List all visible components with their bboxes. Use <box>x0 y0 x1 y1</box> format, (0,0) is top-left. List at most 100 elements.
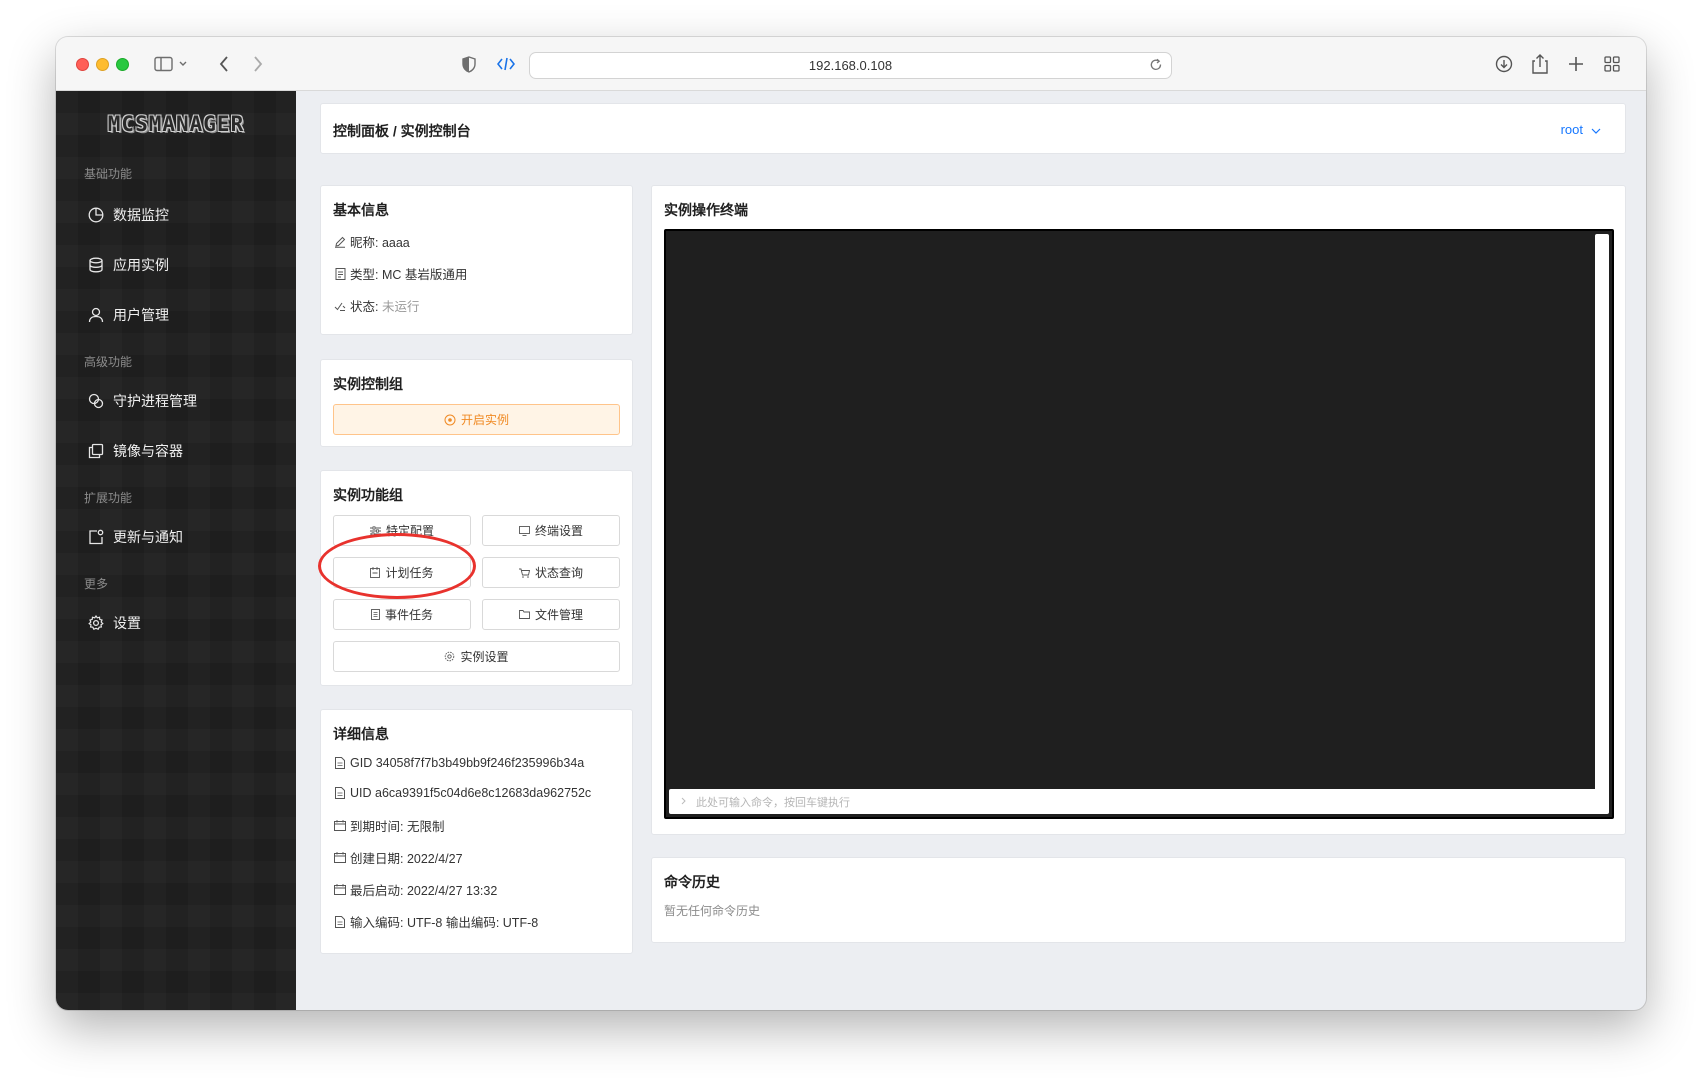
sidebar-item-label: 用户管理 <box>113 307 169 323</box>
close-window-button[interactable] <box>76 58 89 71</box>
minimize-window-button[interactable] <box>96 58 109 71</box>
sidebar-item-app-instances[interactable]: 应用实例 <box>87 253 169 277</box>
last-start-row: 最后启动: 2022/4/27 13:32 <box>333 880 497 899</box>
privacy-shield-icon[interactable] <box>459 51 479 77</box>
sidebar-item-label: 守护进程管理 <box>113 393 197 409</box>
monitor-icon <box>519 525 530 536</box>
details-title: 详细信息 <box>333 726 389 742</box>
chevron-down-icon <box>1591 122 1601 137</box>
control-group-title: 实例控制组 <box>333 376 403 392</box>
pie-chart-icon <box>87 206 105 224</box>
section-title-basic: 基础功能 <box>84 167 133 181</box>
scheduled-tasks-button[interactable]: 计划任务 <box>333 557 471 588</box>
status-query-button[interactable]: 状态查询 <box>482 557 620 588</box>
address-bar[interactable]: 192.168.0.108 <box>529 52 1172 79</box>
file-management-button[interactable]: 文件管理 <box>482 599 620 630</box>
cart-icon <box>518 568 530 578</box>
folder-icon <box>519 610 530 619</box>
code-extension-icon[interactable] <box>496 51 516 77</box>
uid-text: UID a6ca9391f5c04d6e8c12683da962752c <box>350 786 592 800</box>
sidebar-item-settings[interactable]: 设置 <box>87 611 141 635</box>
sidebar-item-label: 数据监控 <box>113 207 169 223</box>
back-icon[interactable] <box>214 51 234 77</box>
instance-settings-button[interactable]: 实例设置 <box>333 641 620 672</box>
gid-text: GID 34058f7f7b3b49bb9f246f235996b34a <box>350 756 585 770</box>
user-menu[interactable]: root <box>1561 122 1601 137</box>
database-icon <box>87 256 105 274</box>
file-icon <box>371 609 380 620</box>
app-logo[interactable]: MCSMANAGER <box>89 111 263 137</box>
last-start-text: 最后启动: 2022/4/27 13:32 <box>350 884 498 898</box>
type-text: 类型: MC 基岩版通用 <box>350 268 468 282</box>
terminal-screen[interactable]: 此处可输入命令，按回车键执行 <box>664 229 1614 819</box>
sidebar-item-updates-notifications[interactable]: 更新与通知 <box>87 525 183 549</box>
button-label: 实例设置 <box>460 650 509 664</box>
sidebar-item-daemon-management[interactable]: 守护进程管理 <box>87 389 197 413</box>
check-chart-icon <box>333 299 347 313</box>
button-label: 终端设置 <box>534 524 583 538</box>
function-group-card: 实例功能组 特定配置 终端设置 计划任务 状态查询 事件任务 文件管理 实例设置 <box>320 470 633 686</box>
edit-icon <box>333 235 347 249</box>
calendar-icon <box>333 819 347 833</box>
forward-icon[interactable] <box>248 51 268 77</box>
reload-icon[interactable] <box>1149 58 1163 75</box>
details-card: 详细信息 GID 34058f7f7b3b49bb9f246f235996b34… <box>320 709 633 954</box>
command-input-placeholder: 此处可输入命令，按回车键执行 <box>696 796 850 809</box>
type-row: 类型: MC 基岩版通用 <box>333 264 467 283</box>
calendar-icon <box>333 851 347 865</box>
sidebar-item-images-containers[interactable]: 镜像与容器 <box>87 439 183 463</box>
gid-row: GID 34058f7f7b3b49bb9f246f235996b34a <box>333 756 584 770</box>
document-icon <box>333 267 347 281</box>
created-row: 创建日期: 2022/4/27 <box>333 848 463 867</box>
notification-icon <box>87 528 105 546</box>
calendar-icon <box>370 567 381 578</box>
basic-info-title: 基本信息 <box>333 202 389 218</box>
button-label: 特定配置 <box>385 524 434 538</box>
status-label: 状态: <box>350 300 379 314</box>
sidebar-item-label: 更新与通知 <box>113 529 183 545</box>
tab-overview-icon[interactable] <box>1602 51 1622 77</box>
sidebar-toggle-icon[interactable] <box>152 51 192 77</box>
file-icon <box>333 786 347 800</box>
sidebar-item-label: 镜像与容器 <box>113 443 183 459</box>
page-header: 控制面板 / 实例控制台 root <box>320 103 1626 154</box>
play-circle-icon <box>444 414 456 426</box>
event-tasks-button[interactable]: 事件任务 <box>333 599 471 630</box>
chevron-right-icon <box>681 796 686 808</box>
expire-row: 到期时间: 无限制 <box>333 816 444 835</box>
downloads-icon[interactable] <box>1494 51 1514 77</box>
encoding-text: 输入编码: UTF-8 输出编码: UTF-8 <box>350 916 539 930</box>
terminal-title: 实例操作终端 <box>664 202 748 218</box>
terminal-scrollbar[interactable] <box>1595 234 1609 792</box>
new-tab-icon[interactable] <box>1566 51 1586 77</box>
nodes-icon <box>87 392 105 410</box>
control-group-card: 实例控制组 开启实例 <box>320 359 633 447</box>
command-history-empty: 暂无任何命令历史 <box>664 904 761 918</box>
sliders-icon <box>369 525 381 536</box>
basic-info-card: 基本信息 昵称: aaaa 类型: MC 基岩版通用 状态: 未运行 <box>320 185 633 335</box>
section-title-extension: 扩展功能 <box>84 491 133 505</box>
button-label: 计划任务 <box>385 566 434 580</box>
button-label: 文件管理 <box>534 608 583 622</box>
breadcrumb: 控制面板 / 实例控制台 <box>333 123 471 139</box>
sidebar-item-label: 设置 <box>113 615 141 631</box>
encoding-row: 输入编码: UTF-8 输出编码: UTF-8 <box>333 912 538 931</box>
calendar-icon <box>333 883 347 897</box>
gear-icon <box>87 614 105 632</box>
zoom-window-button[interactable] <box>116 58 129 71</box>
terminal-card: 实例操作终端 此处可输入命令，按回车键执行 <box>651 185 1626 835</box>
file-icon <box>333 756 347 770</box>
nickname-row: 昵称: aaaa <box>333 232 410 251</box>
copy-icon <box>87 442 105 460</box>
status-row: 状态: 未运行 <box>333 296 419 315</box>
specific-config-button[interactable]: 特定配置 <box>333 515 471 546</box>
terminal-settings-button[interactable]: 终端设置 <box>482 515 620 546</box>
command-history-title: 命令历史 <box>664 874 720 890</box>
sidebar-item-data-monitor[interactable]: 数据监控 <box>87 203 169 227</box>
share-icon[interactable] <box>1530 51 1550 77</box>
username: root <box>1560 122 1583 137</box>
start-instance-button[interactable]: 开启实例 <box>333 404 620 435</box>
button-label: 事件任务 <box>384 608 433 622</box>
command-input[interactable]: 此处可输入命令，按回车键执行 <box>669 789 1609 814</box>
sidebar-item-user-management[interactable]: 用户管理 <box>87 303 169 327</box>
